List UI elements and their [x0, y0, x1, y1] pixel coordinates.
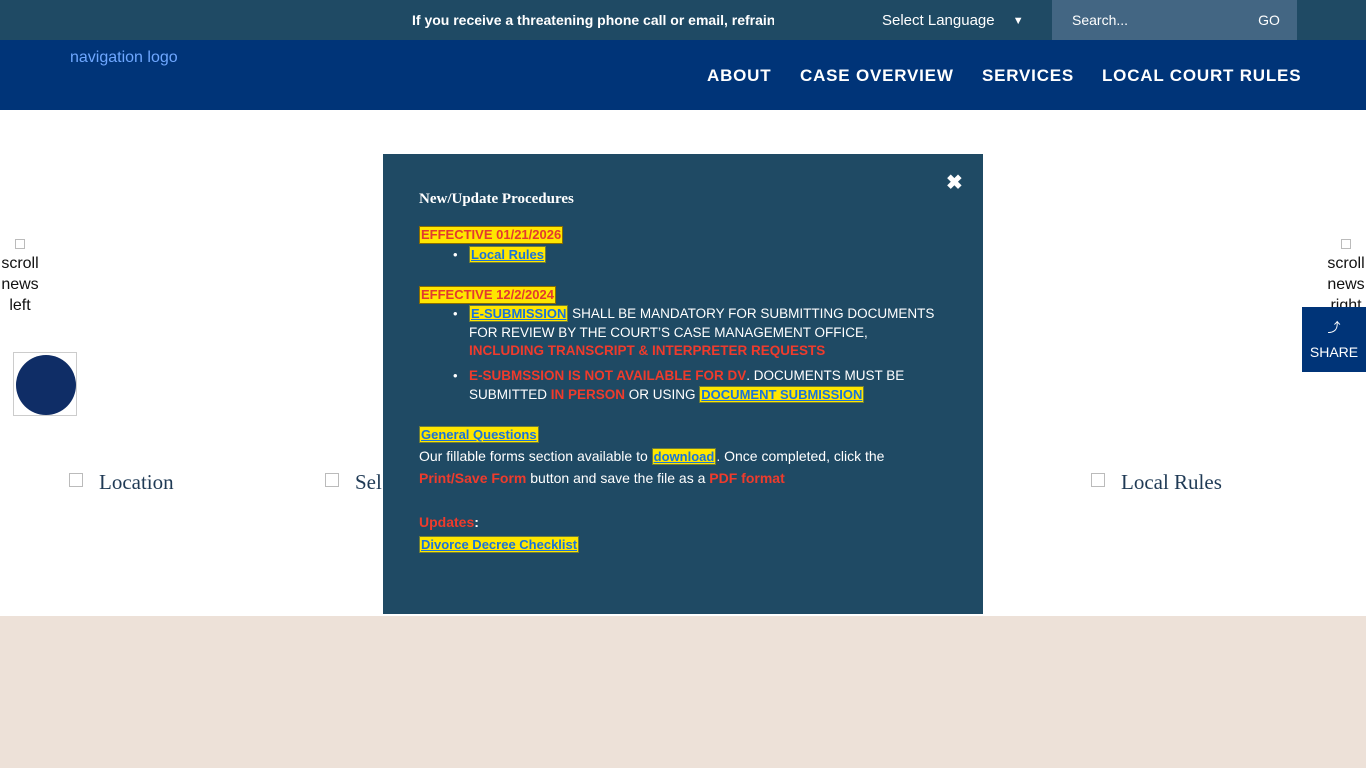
forms-text-2: . Once completed, click the	[716, 448, 885, 464]
print-save-note: Print/Save Form	[419, 470, 527, 486]
updates-heading: Updates:	[419, 511, 899, 533]
top-bar: If you receive a threatening phone call …	[0, 0, 1366, 40]
chat-avatar[interactable]	[13, 352, 77, 416]
share-button[interactable]: ⤴ SHARE	[1302, 307, 1366, 372]
document-submission-link[interactable]: DOCUMENT SUBMISSION	[699, 385, 865, 403]
close-icon[interactable]: ✖	[946, 170, 963, 195]
language-selector[interactable]: Select Language ▼	[882, 12, 1024, 29]
effective-date-badge: EFFECTIVE 01/21/2026	[419, 226, 564, 244]
broken-image-icon	[69, 473, 83, 487]
list-item: E-SUBMISSION SHALL BE MANDATORY FOR SUBM…	[469, 305, 939, 361]
broken-image-icon	[1341, 239, 1351, 249]
forms-paragraph: Our fillable forms section available to …	[419, 445, 899, 489]
forms-text: Our fillable forms section available to	[419, 448, 652, 464]
general-questions-row: General Questions	[419, 423, 899, 445]
navigation-logo[interactable]: navigation logo	[70, 49, 178, 67]
scroll-news-left-button[interactable]: scroll news left	[0, 232, 40, 316]
bullet-icon: •	[453, 306, 458, 321]
search-go-button[interactable]: GO	[1244, 0, 1294, 40]
nav-link-case-overview[interactable]: CASE OVERVIEW	[800, 66, 954, 86]
modal-title: New/Update Procedures	[419, 191, 574, 207]
divorce-decree-checklist-link[interactable]: Divorce Decree Checklist	[419, 536, 580, 553]
quick-link-local-rules[interactable]: Local Rules	[1091, 470, 1222, 495]
download-link[interactable]: download	[651, 448, 717, 465]
search-box: GO	[1052, 0, 1297, 40]
quick-link-second[interactable]: Sel	[325, 470, 382, 495]
share-label: SHARE	[1309, 344, 1359, 360]
chevron-down-icon: ▼	[1012, 15, 1024, 27]
divorce-checklist-row: Divorce Decree Checklist	[419, 533, 899, 555]
list-item: E-SUBMSSION IS NOT AVAILABLE FOR DV. DOC…	[469, 367, 939, 404]
dv-warning: E-SUBMSSION IS NOT AVAILABLE FOR DV	[469, 368, 747, 383]
avatar-circle-icon	[16, 355, 76, 415]
footer-band	[0, 616, 1366, 768]
broken-image-icon	[1091, 473, 1105, 487]
list-item: Local Rules	[469, 246, 939, 265]
search-input[interactable]	[1052, 0, 1242, 40]
alert-ticker[interactable]: If you receive a threatening phone call …	[412, 12, 774, 30]
quick-link-second-label: Sel	[355, 470, 382, 494]
updates-colon: :	[474, 514, 479, 530]
quick-link-location-label: Location	[99, 470, 174, 494]
in-person-note: IN PERSON	[550, 386, 626, 402]
main-navigation: navigation logo ABOUT CASE OVERVIEW SERV…	[0, 40, 1366, 110]
general-questions-link[interactable]: General Questions	[419, 426, 539, 443]
language-label: Select Language	[882, 12, 995, 29]
nav-link-about[interactable]: ABOUT	[707, 66, 771, 86]
scroll-news-right-button[interactable]: scroll news right	[1326, 232, 1366, 308]
broken-image-icon	[15, 239, 25, 249]
scroll-right-alt: scroll news right	[1327, 255, 1365, 308]
effective-date-badge: EFFECTIVE 12/2/2024	[419, 286, 556, 304]
dv-text-2: OR USING	[625, 386, 700, 402]
quick-link-local-rules-label: Local Rules	[1121, 470, 1222, 494]
updates-label: Updates	[419, 514, 475, 530]
local-rules-link[interactable]: Local Rules	[469, 246, 546, 263]
bullet-icon: •	[453, 247, 458, 262]
procedures-modal: ✖ New/Update Procedures EFFECTIVE 01/21/…	[383, 154, 983, 614]
share-icon: ⤴	[1327, 320, 1341, 335]
broken-image-icon	[325, 473, 339, 487]
pdf-format-note: PDF format	[709, 470, 785, 486]
e-submission-link[interactable]: E-SUBMISSION	[469, 305, 569, 322]
scroll-left-alt: scroll news left	[1, 255, 39, 314]
nav-link-services[interactable]: SERVICES	[982, 66, 1074, 86]
bullet-icon: •	[453, 368, 458, 383]
quick-link-location[interactable]: Location	[69, 470, 174, 495]
logo-alt-text: navigation logo	[70, 49, 178, 66]
forms-text-3: button and save the file as a	[526, 470, 710, 486]
e-submission-note: INCLUDING TRANSCRIPT & INTERPRETER REQUE…	[469, 343, 826, 358]
nav-link-local-court-rules[interactable]: LOCAL COURT RULES	[1102, 66, 1301, 86]
